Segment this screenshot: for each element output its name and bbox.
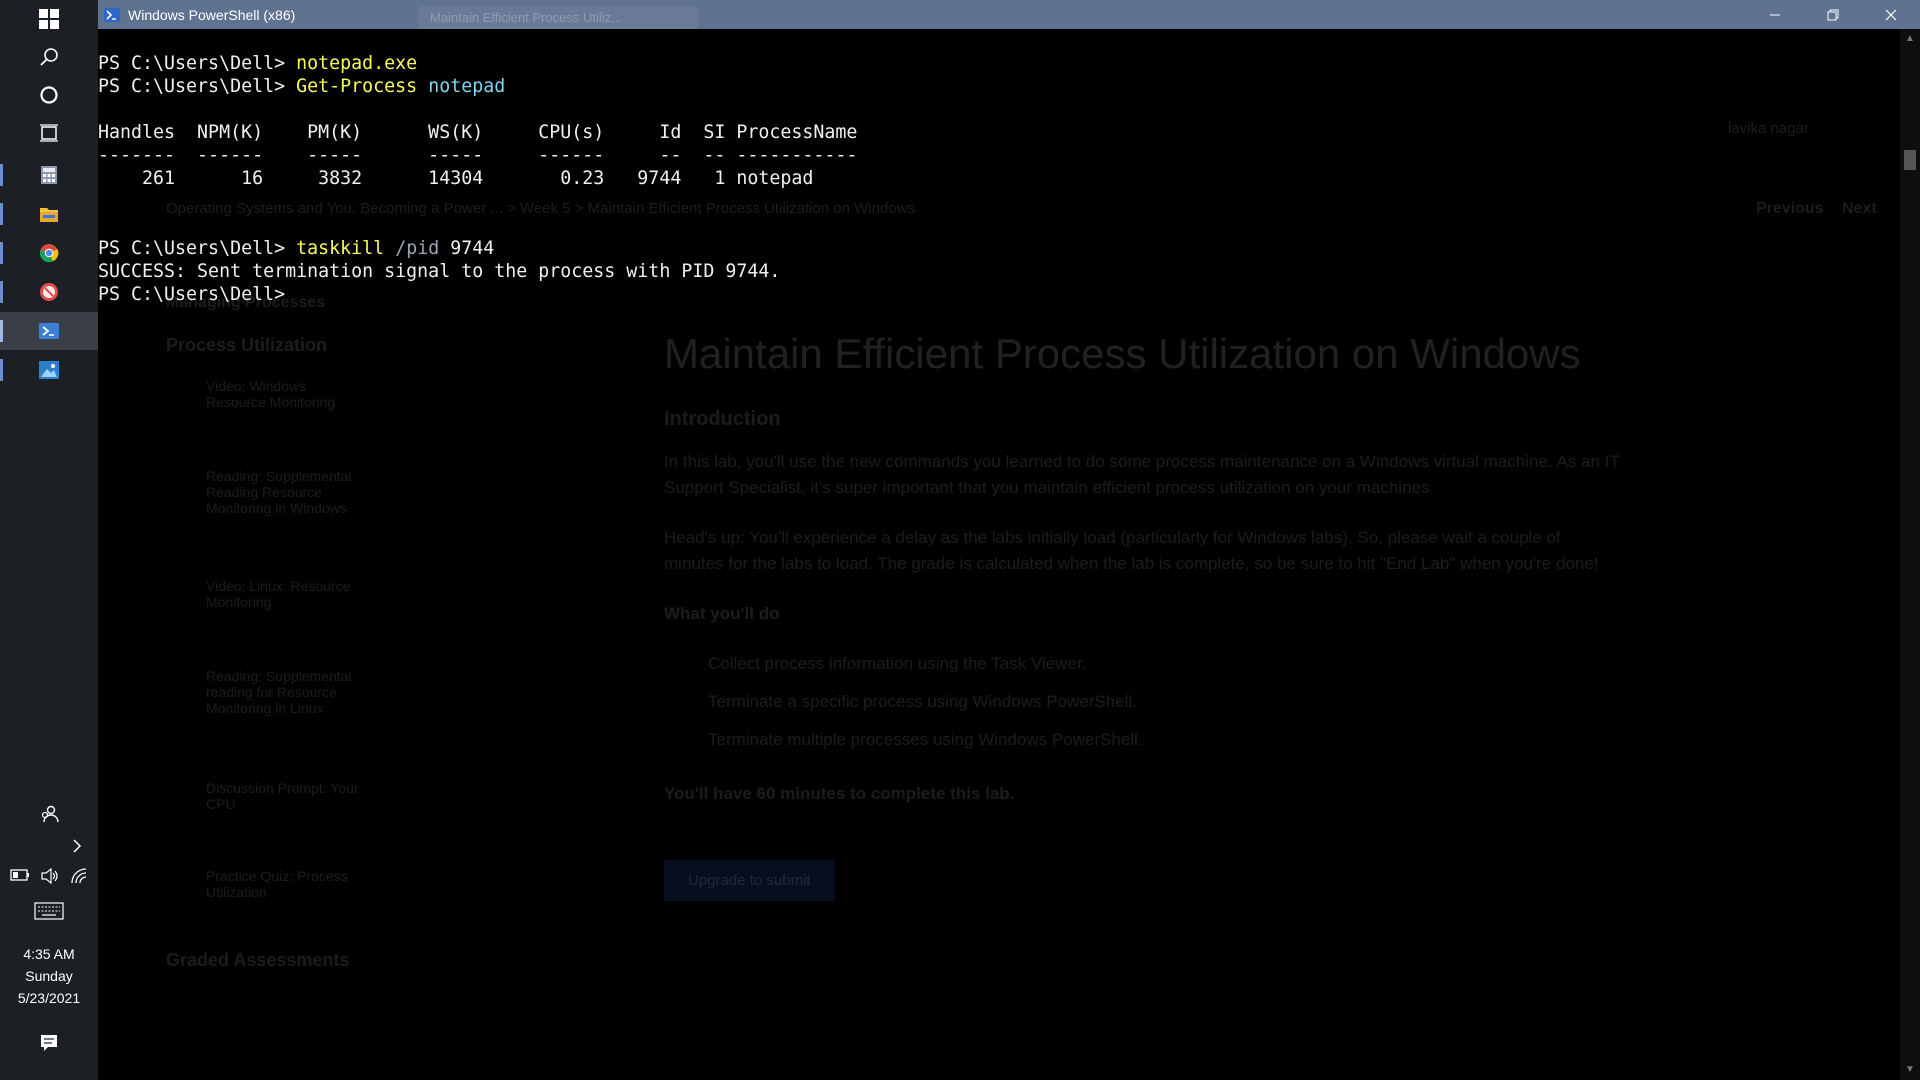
success-message: SUCCESS: Sent termination signal to the … — [98, 261, 781, 282]
bg-headsup-2: minutes for the labs to load. The grade … — [664, 554, 1599, 573]
bg-intro-1: In this lab, you'll use the new commands… — [664, 452, 1620, 471]
bg-bullet-0: Collect process information using the Ta… — [708, 654, 1087, 673]
windows-start-icon[interactable] — [0, 0, 98, 38]
bg-bullet-1: Terminate a specific process using Windo… — [708, 692, 1137, 711]
cortana-icon[interactable] — [0, 76, 98, 114]
minimize-icon — [1770, 14, 1780, 15]
clock[interactable]: 4:35 AM Sunday 5/23/2021 — [0, 943, 98, 1009]
system-tray — [0, 868, 98, 884]
scroll-up-icon[interactable]: ▲ — [1904, 33, 1916, 45]
current-prompt[interactable]: PS C:\Users\Dell> — [98, 283, 296, 307]
table-row: 261 16 3832 14304 0.23 9744 1 notepad — [98, 168, 814, 189]
bg-bullet-2: Terminate multiple processes using Windo… — [708, 730, 1143, 749]
prompt: PS C:\Users\Dell> — [98, 238, 297, 259]
clock-date: 5/23/2021 — [17, 990, 81, 1006]
bg-side-2: Video: Windows Resource Monitoring — [206, 378, 336, 410]
bg-time-note: You'll have 60 minutes to complete this … — [664, 784, 1015, 803]
title-bar[interactable]: Windows PowerShell (x86) Maintain Effici… — [98, 0, 1920, 29]
bg-user: lavika nagar — [1728, 120, 1809, 137]
powershell-icon[interactable] — [0, 312, 98, 350]
powershell-title-icon — [104, 7, 120, 22]
bg-side-7: Practice Quiz: Process Utilization — [206, 868, 348, 900]
touch-keyboard-icon[interactable] — [0, 892, 98, 930]
window-title: Windows PowerShell (x86) — [128, 6, 296, 23]
bg-breadcrumb: Operating Systems and You: Becoming a Po… — [166, 200, 915, 217]
parameter: /pid — [384, 238, 440, 259]
bg-side-6: Discussion Prompt: Your CPU — [206, 780, 359, 812]
action-center-icon[interactable] — [0, 1024, 98, 1062]
argument: notepad — [417, 76, 506, 97]
bg-intro-title: Introduction — [664, 408, 781, 430]
bg-side-3: Reading: Supplemental Reading Resource M… — [206, 468, 352, 516]
command: notepad.exe — [296, 53, 418, 74]
bg-heading: Maintain Efficient Process Utilization o… — [664, 330, 1581, 377]
prompt: PS C:\Users\Dell> — [98, 53, 297, 74]
bg-side-4: Video: Linux: Resource Monitoring — [206, 578, 351, 610]
table-separator: ------- ------ ----- ----- ------ -- -- … — [98, 145, 858, 166]
file-explorer-icon[interactable] — [0, 195, 98, 233]
close-button[interactable] — [1862, 0, 1920, 29]
chevron-right-icon[interactable] — [0, 827, 98, 865]
bg-previous: Previous — [1756, 200, 1824, 217]
bg-headsup-1: Head's up: You'll experience a delay as … — [664, 528, 1561, 547]
calculator-icon[interactable] — [0, 156, 98, 194]
restore-icon — [1827, 9, 1839, 20]
bg-browser-tab: Maintain Efficient Process Utiliz... — [418, 6, 698, 29]
minimize-button[interactable] — [1746, 0, 1804, 29]
taskbar: 4:35 AM Sunday 5/23/2021 — [0, 0, 98, 1080]
chrome-icon[interactable] — [0, 234, 98, 272]
command: taskkill — [296, 238, 385, 259]
bg-intro-2: Support Specialist, it's super important… — [664, 478, 1435, 497]
bg-side-8: Graded Assessments — [166, 950, 350, 970]
battery-icon[interactable] — [10, 868, 30, 882]
powershell-window: Operating Systems and You: Becoming a Po… — [98, 0, 1920, 1080]
close-icon — [1885, 9, 1897, 20]
bg-side-1: Process Utilization — [166, 335, 328, 355]
task-view-icon[interactable] — [0, 114, 98, 152]
bg-side-5: Reading: Supplemental reading for Resour… — [206, 668, 352, 716]
argument: 9744 — [439, 238, 495, 259]
app-icon[interactable] — [0, 273, 98, 311]
table-header: Handles NPM(K) PM(K) WS(K) CPU(s) Id SI … — [98, 122, 858, 143]
prompt: PS C:\Users\Dell> — [98, 76, 297, 97]
volume-icon[interactable] — [40, 868, 60, 884]
photos-icon[interactable] — [0, 351, 98, 389]
vertical-scrollbar[interactable]: ▲ ▼ — [1900, 29, 1920, 1080]
scroll-thumb[interactable] — [1904, 150, 1916, 170]
search-icon[interactable] — [0, 38, 98, 76]
bg-what-title: What you'll do — [664, 604, 780, 623]
command: Get-Process — [296, 76, 418, 97]
restore-button[interactable] — [1804, 0, 1862, 29]
bg-upgrade-button: Upgrade to submit — [664, 860, 835, 901]
console-line: PS C:\Users\Dell> Get-Process notepad — [98, 75, 505, 99]
console-line: PS C:\Users\Dell> taskkill /pid 9744 — [98, 237, 494, 261]
scroll-down-icon[interactable]: ▼ — [1904, 1064, 1916, 1076]
wifi-icon[interactable] — [70, 868, 88, 884]
clock-time: 4:35 AM — [23, 946, 75, 962]
console-line: PS C:\Users\Dell> notepad.exe — [98, 52, 417, 76]
clock-day: Sunday — [25, 968, 73, 984]
bg-next: Next — [1842, 200, 1877, 217]
